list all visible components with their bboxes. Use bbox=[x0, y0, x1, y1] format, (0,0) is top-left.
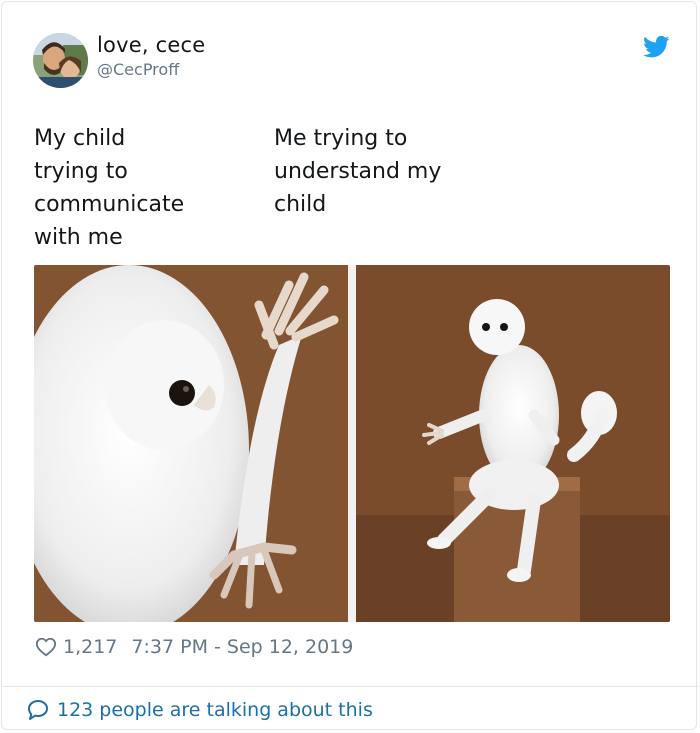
tweet-image[interactable] bbox=[34, 265, 670, 622]
divider bbox=[3, 686, 699, 687]
avatar[interactable] bbox=[33, 33, 88, 88]
tweet-timestamp[interactable]: 7:37 PM - Sep 12, 2019 bbox=[131, 636, 353, 658]
caption-right: Me trying to understand my child bbox=[274, 126, 442, 217]
twitter-bird-icon[interactable] bbox=[643, 35, 670, 59]
conversation-text: 123 people are talking about this bbox=[57, 699, 373, 721]
speech-bubble-icon bbox=[26, 698, 50, 722]
tweet-meta: 1,217 7:37 PM - Sep 12, 2019 bbox=[35, 632, 353, 662]
author-name[interactable]: love, cece bbox=[97, 33, 205, 57]
author-handle[interactable]: @CecProff bbox=[97, 60, 179, 79]
like-count[interactable]: 1,217 bbox=[63, 636, 117, 658]
caption-left: My child trying to communicate with me bbox=[34, 126, 185, 250]
conversation-link[interactable]: 123 people are talking about this bbox=[26, 695, 373, 725]
heart-icon[interactable] bbox=[35, 636, 57, 658]
tweet-card: love, cece @CecProff My child trying to … bbox=[1, 1, 699, 730]
